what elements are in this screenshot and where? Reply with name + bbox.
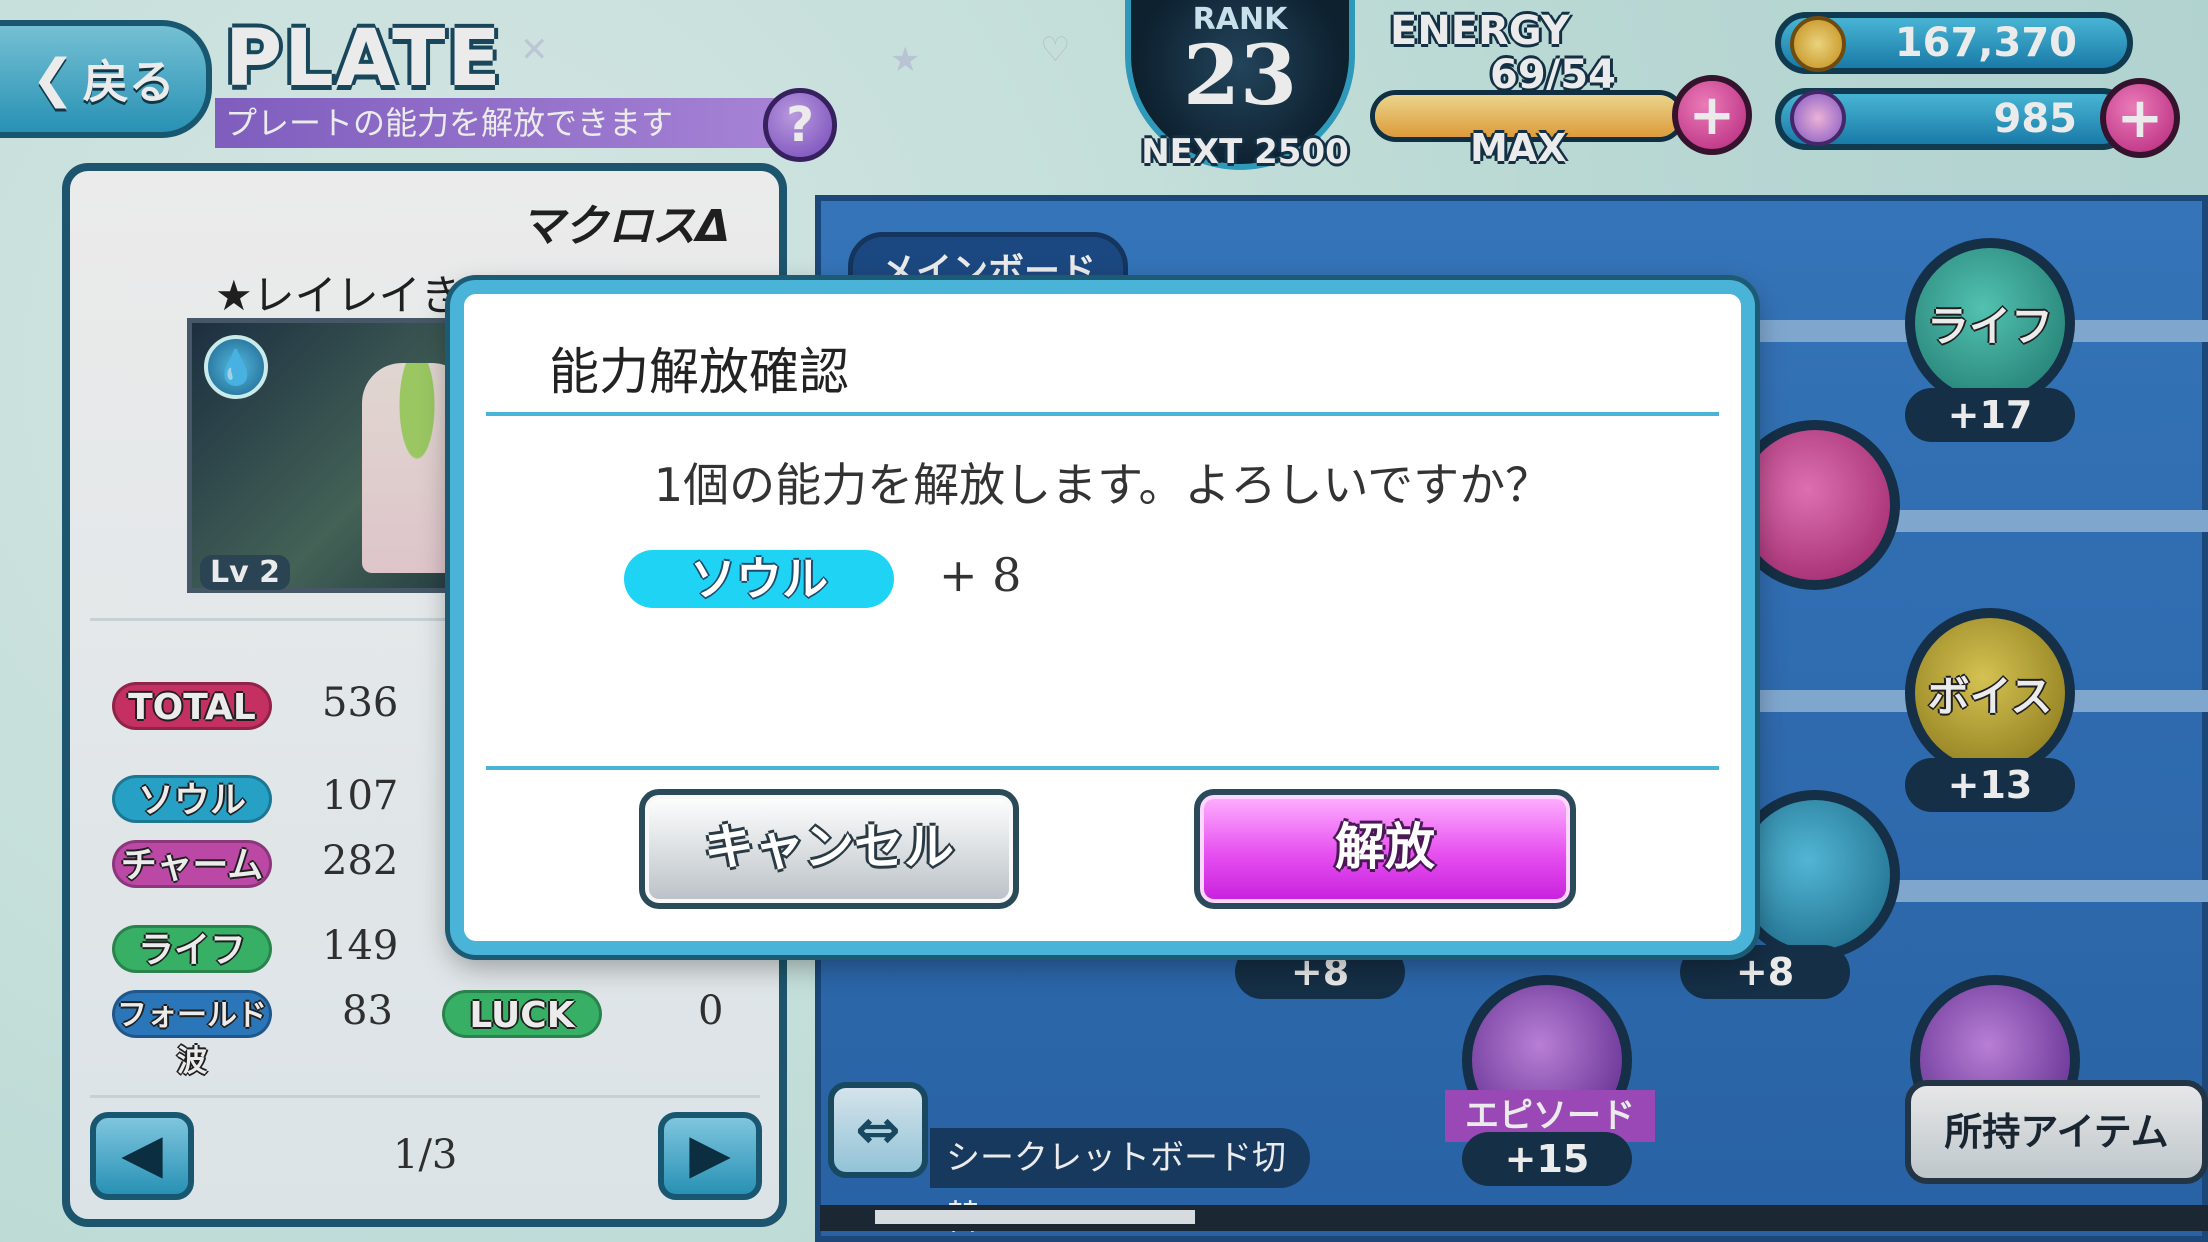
cancel-button[interactable]: キャンセル <box>639 789 1019 909</box>
stat-bonus: + 8 <box>939 548 1022 602</box>
dialog-divider <box>486 766 1719 770</box>
stat-badge-soul: ソウル <box>624 550 894 608</box>
release-button[interactable]: 解放 <box>1194 789 1576 909</box>
dialog-title: 能力解放確認 <box>549 343 849 401</box>
dialog-message: 1個の能力を解放します。よろしいですか？ <box>653 458 1552 512</box>
confirm-dialog: 能力解放確認 1個の能力を解放します。よろしいですか？ ソウル + 8 キャンセ… <box>450 280 1755 955</box>
dialog-divider <box>486 412 1719 416</box>
